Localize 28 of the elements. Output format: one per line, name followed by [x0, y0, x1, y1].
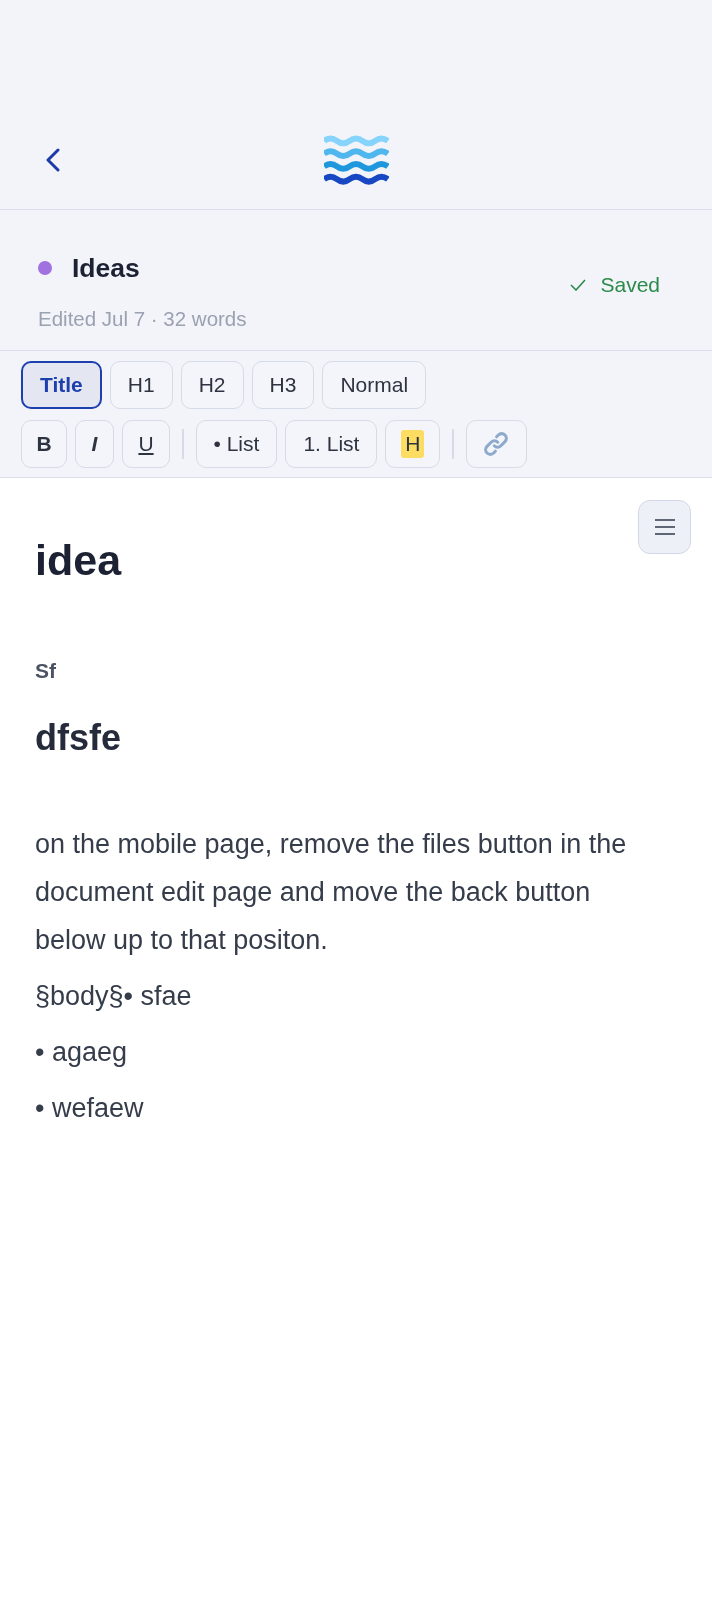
small-text: Sf [35, 659, 56, 682]
underline-button[interactable]: U [122, 420, 170, 468]
bullet-list-button[interactable]: • List [195, 420, 278, 468]
document-title: idea [35, 536, 122, 584]
block-style-button[interactable]: H3 [251, 361, 315, 409]
highlight-button[interactable]: H [385, 420, 441, 468]
block-style-button[interactable]: Normal [322, 361, 427, 409]
menu-button[interactable] [638, 500, 691, 554]
text-line: • wefaew [35, 1093, 144, 1123]
waves-logo-icon [323, 134, 389, 187]
numbered-list-button[interactable]: 1. List [285, 420, 378, 468]
note-title: Ideas [72, 252, 140, 284]
check-icon [570, 279, 587, 291]
menu-icon [654, 519, 675, 535]
italic-button[interactable]: I [75, 420, 114, 468]
block-style-button[interactable]: H2 [180, 361, 244, 409]
link-icon [482, 430, 511, 458]
status-dot-icon [38, 261, 52, 275]
block-style-button[interactable]: H1 [109, 361, 173, 409]
save-status: Saved [600, 273, 660, 297]
chevron-left-icon [46, 147, 60, 173]
edit-info: Edited Jul 7 · 32 words [38, 306, 247, 332]
bold-button[interactable]: B [21, 420, 67, 468]
text-line: • agaeg [35, 1037, 128, 1067]
text-line: §body§• sfae [35, 981, 192, 1011]
block-style-button[interactable]: Title [21, 361, 102, 409]
heading-text: dfsfe [35, 717, 121, 758]
paragraph-text: on the mobile page, remove the files button in the document edit page and move the back button below up to that positon. [35, 829, 627, 955]
